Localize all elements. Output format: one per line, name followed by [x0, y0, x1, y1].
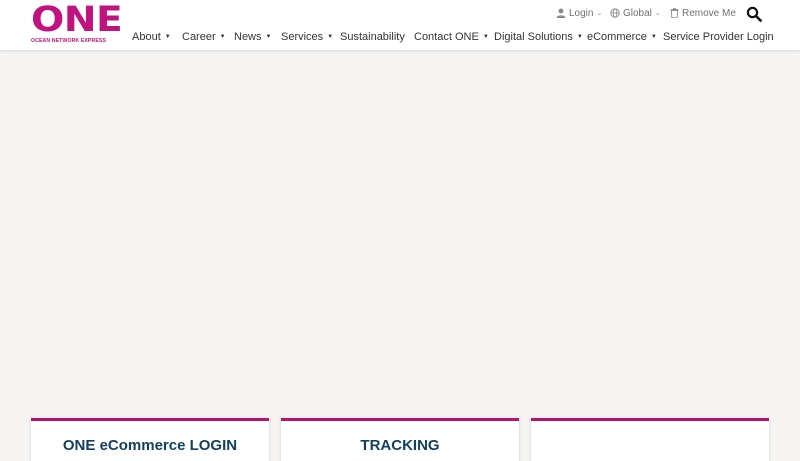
- third-card[interactable]: [531, 418, 769, 461]
- caret-down-icon: ▼: [482, 34, 489, 40]
- caret-down-icon: ▼: [576, 34, 583, 40]
- user-icon: [556, 8, 566, 18]
- chevron-down-icon: ⌄: [596, 10, 603, 17]
- nav-services-label: Services: [281, 31, 324, 43]
- login-label: Login: [569, 7, 594, 19]
- tracking-card[interactable]: TRACKING: [281, 418, 519, 461]
- site-header: ONE OCEAN NETWORK EXPRESS Login ⌄ Global…: [0, 0, 800, 50]
- trash-icon: [670, 8, 679, 18]
- ecommerce-login-card[interactable]: ONE eCommerce LOGIN: [31, 418, 269, 461]
- nav-about[interactable]: About ▼: [132, 30, 171, 44]
- remove-me-link[interactable]: Remove Me: [670, 6, 736, 20]
- nav-career-label: Career: [182, 31, 216, 43]
- caret-down-icon: ▼: [327, 34, 334, 40]
- caret-down-icon: ▼: [650, 34, 657, 40]
- nav-sustainability[interactable]: Sustainability: [340, 30, 405, 44]
- nav-services[interactable]: Services ▼: [281, 30, 333, 44]
- one-logo[interactable]: ONE OCEAN NETWORK EXPRESS: [31, 0, 123, 44]
- nav-news[interactable]: News ▼: [234, 30, 271, 44]
- nav-about-label: About: [132, 31, 161, 43]
- caret-down-icon: ▼: [164, 34, 171, 40]
- nav-contact-label: Contact ONE: [414, 31, 479, 43]
- search-icon[interactable]: [746, 6, 762, 22]
- caret-down-icon: ▼: [265, 34, 272, 40]
- nav-ecommerce[interactable]: eCommerce ▼: [587, 30, 657, 44]
- nav-contact[interactable]: Contact ONE ▼: [414, 30, 489, 44]
- caret-down-icon: ▼: [219, 34, 226, 40]
- hero-banner: [0, 50, 800, 415]
- nav-provider-label: Service Provider Login: [663, 31, 774, 43]
- nav-service-provider-login[interactable]: Service Provider Login: [663, 30, 774, 44]
- remove-me-label: Remove Me: [682, 7, 736, 19]
- card-title: TRACKING: [360, 437, 440, 454]
- chevron-down-icon: ⌄: [654, 10, 661, 17]
- global-language-selector[interactable]: Global ⌄: [610, 6, 661, 20]
- login-link[interactable]: Login ⌄: [556, 6, 602, 20]
- nav-digital-solutions[interactable]: Digital Solutions ▼: [494, 30, 583, 44]
- logo-tagline: OCEAN NETWORK EXPRESS: [31, 38, 107, 44]
- global-label: Global: [623, 7, 652, 19]
- nav-sustainability-label: Sustainability: [340, 31, 405, 43]
- card-title: ONE eCommerce LOGIN: [62, 437, 238, 454]
- nav-career[interactable]: Career ▼: [182, 30, 226, 44]
- nav-ecommerce-label: eCommerce: [587, 31, 647, 43]
- nav-news-label: News: [234, 31, 262, 43]
- nav-digital-label: Digital Solutions: [494, 31, 573, 43]
- globe-icon: [610, 8, 620, 18]
- logo-wordmark: ONE: [31, 0, 123, 40]
